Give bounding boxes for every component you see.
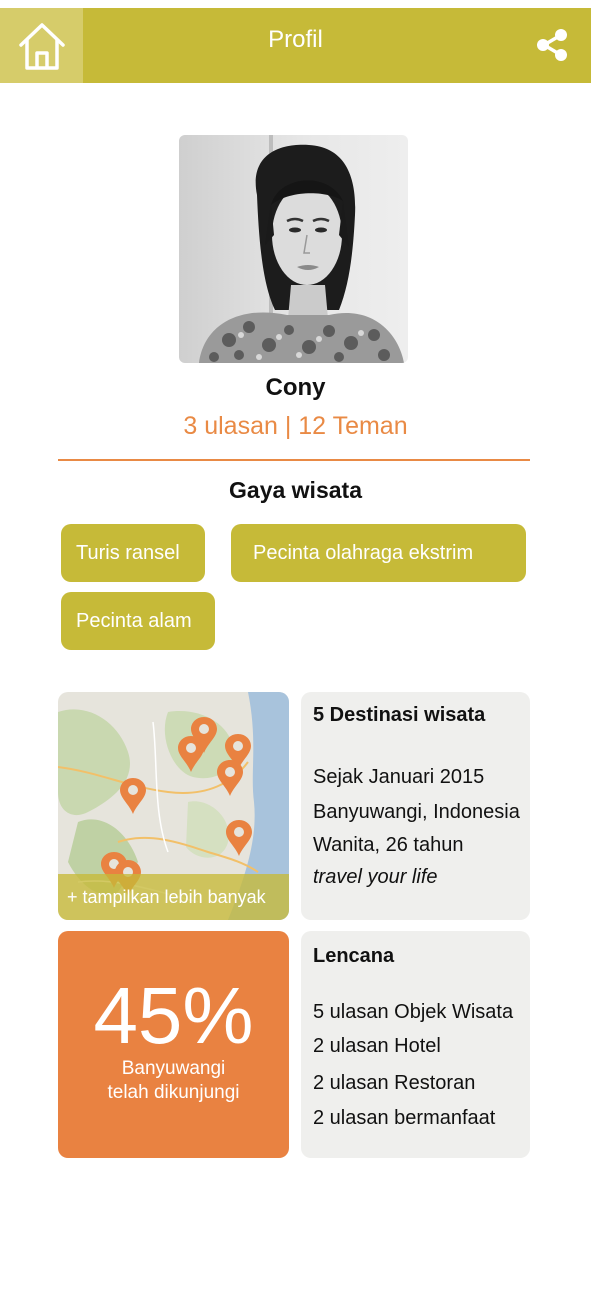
user-motto: travel your life	[313, 866, 438, 888]
visited-percent: 45%	[93, 971, 254, 1060]
badge-item: 2 ulasan bermanfaat	[313, 1107, 496, 1129]
badges-card: Lencana 5 ulasan Objek Wisata 2 ulasan H…	[301, 931, 530, 1158]
badge-item: 5 ulasan Objek Wisata	[313, 1001, 514, 1023]
destinations-count: 5 Destinasi wisata	[313, 704, 486, 726]
badge-item: 2 ulasan Hotel	[313, 1035, 441, 1057]
visited-percent-card: 45% Banyuwangi telah dikunjungi	[58, 931, 289, 1158]
visited-map[interactable]: + tampilkan lebih banyak	[58, 692, 289, 920]
visited-label: Banyuwangi telah dikunjungi	[58, 1057, 289, 1105]
visited-label-line2: telah dikunjungi	[107, 1082, 240, 1103]
page-title: Profil	[268, 26, 323, 53]
travel-style-tag[interactable]: Turis ransel	[61, 524, 205, 582]
badges-title: Lencana	[313, 945, 395, 967]
share-icon	[537, 29, 567, 61]
show-more-link[interactable]: + tampilkan lebih banyak	[58, 874, 289, 920]
travel-style-title: Gaya wisata	[229, 477, 362, 503]
member-since: Sejak Januari 2015	[313, 766, 485, 788]
user-location: Banyuwangi, Indonesia	[313, 801, 520, 823]
visited-label-line1: Banyuwangi	[121, 1058, 226, 1079]
travel-style-tag[interactable]: Pecinta alam	[61, 592, 215, 650]
user-gender-age: Wanita, 26 tahun	[313, 834, 464, 856]
profile-info-card: 5 Destinasi wisata Sejak Januari 2015 Ba…	[301, 692, 530, 920]
divider	[58, 459, 530, 461]
share-button[interactable]	[530, 20, 574, 70]
user-stats-link[interactable]: 3 ulasan | 12 Teman	[0, 412, 591, 441]
badge-item: 2 ulasan Restoran	[313, 1072, 476, 1094]
travel-style-tag[interactable]: Pecinta olahraga ekstrim	[231, 524, 526, 582]
user-name: Cony	[265, 374, 326, 401]
profile-photo	[179, 135, 408, 363]
